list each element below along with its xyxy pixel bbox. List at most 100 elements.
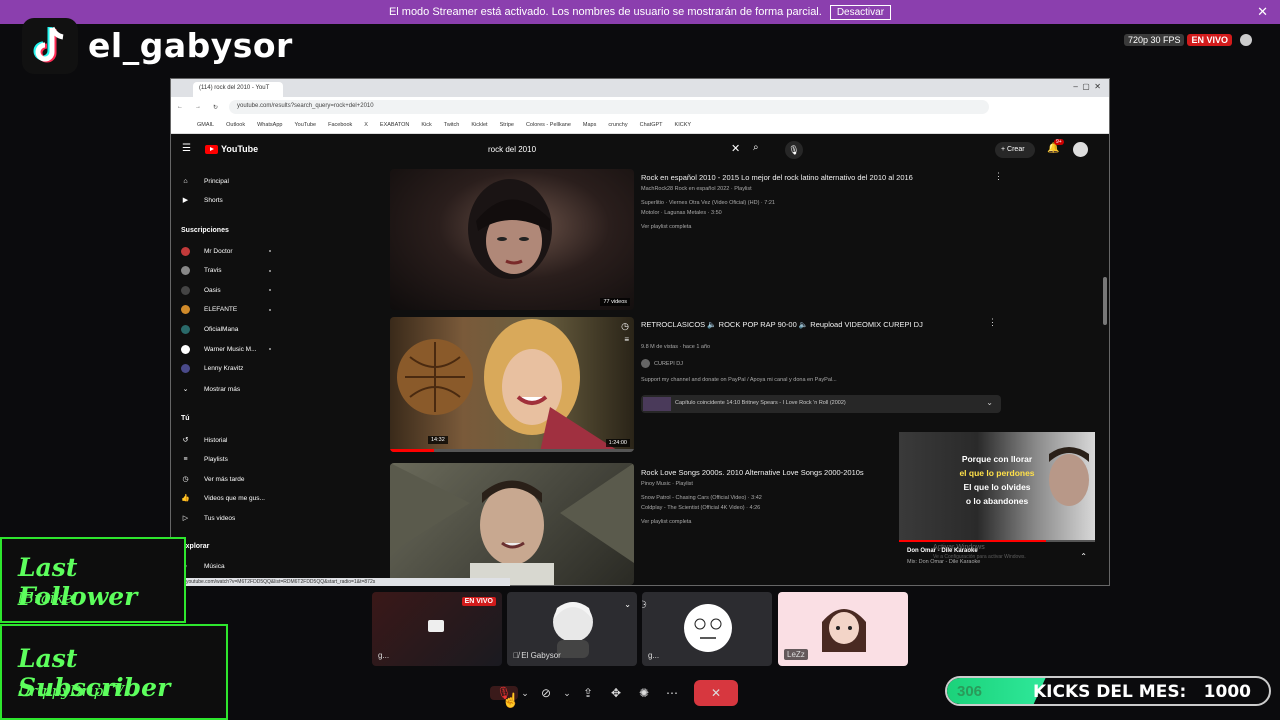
sidebar-item-subscription[interactable]: Oasis [181, 284, 271, 296]
playlist-item[interactable]: Superlitio · Viernes Otra Vez (Video Ofi… [641, 200, 775, 206]
sidebar-item-subscription[interactable]: Warner Music M... [181, 343, 271, 355]
playlist-item[interactable]: Snow Patrol - Chasing Cars (Official Vid… [641, 495, 762, 501]
bookmark-item[interactable]: YouTube [294, 122, 316, 128]
share-screen-button[interactable]: ⇪ [574, 686, 602, 700]
result-channel[interactable]: Pinoy Music · Playlist [641, 481, 693, 487]
search-icon[interactable]: ⌕ [753, 142, 759, 153]
result-channel[interactable]: CUREPI DJ [641, 359, 683, 368]
video-thumbnail[interactable] [390, 463, 634, 585]
activities-button[interactable]: ✥ [602, 686, 630, 700]
new-content-dot [269, 269, 271, 272]
like-icon: 👍 [181, 495, 190, 503]
your-videos-icon: ▷ [182, 514, 189, 522]
camera-off-button[interactable]: ⊘ [532, 686, 560, 700]
youtube-logo[interactable]: YouTube [205, 144, 258, 154]
bookmark-item[interactable]: X [364, 122, 368, 128]
participant-tile[interactable]: EN VIVO g... [372, 592, 502, 666]
sidebar-item-subscription[interactable]: Mr Doctor [181, 245, 271, 257]
sidebar-item-label: Principal [204, 177, 229, 185]
back-icon[interactable]: ← [177, 104, 183, 110]
participant-tile[interactable]: 🎙̸ El Gabysor ⌄ [507, 592, 637, 666]
more-options-icon[interactable]: ⋮ [988, 317, 997, 328]
add-to-queue-icon[interactable]: ≡ [624, 335, 629, 344]
sidebar-item-you[interactable]: 👍 Videos que me gus... [181, 493, 271, 505]
playlist-item[interactable]: Motolor · Lagunas Metales · 3:50 [641, 210, 722, 216]
mini-player-progress[interactable] [899, 540, 1095, 542]
sidebar-item-you[interactable]: ↺ Historial [181, 434, 271, 446]
sidebar-item-subscription[interactable]: Lenny Kravitz [181, 363, 271, 375]
search-input[interactable]: rock del 2010 [478, 140, 748, 160]
close-icon[interactable]: ✕ [1257, 4, 1268, 20]
watch-later-icon[interactable]: ◷ [621, 321, 629, 332]
sidebar-item-music[interactable]: ♪Música [181, 560, 271, 572]
mini-player[interactable]: Porque con llorar el que lo perdones El … [899, 432, 1095, 577]
clear-search-icon[interactable]: ✕ [731, 142, 740, 155]
view-full-playlist-link[interactable]: Ver playlist completa [641, 224, 691, 230]
chevron-up-icon[interactable]: ⌃ [1080, 552, 1087, 561]
matched-chapter[interactable]: Capítulo coincidente 14:10 Britney Spear… [641, 395, 1001, 413]
more-options-icon[interactable]: ⋮ [994, 171, 1003, 182]
result-channel[interactable]: MachRock28 Rock en español 2022 · Playli… [641, 186, 752, 192]
channel-avatar-icon [181, 344, 190, 354]
sidebar-item-subscription[interactable]: ELEFANTE [181, 304, 271, 316]
bookmark-item[interactable]: Kick [421, 122, 431, 128]
chevron-down-icon[interactable]: ⌄ [624, 600, 631, 609]
create-button[interactable]: + Crear [995, 142, 1035, 158]
bookmark-item[interactable]: Maps [583, 122, 596, 128]
video-thumbnail[interactable]: 14:32 1:24:00 ◷ ≡ [390, 317, 634, 452]
sidebar-item-you[interactable]: ▷ Tus videos [181, 512, 271, 524]
soundboard-button[interactable]: ✺ [630, 686, 658, 700]
sidebar-item-home[interactable]: ⌂ Principal [181, 175, 271, 187]
browser-tab[interactable]: (114) rock del 2010 - YouT [193, 82, 283, 97]
participant-tile[interactable]: ⚇ g... [642, 592, 772, 666]
avatar[interactable] [1073, 142, 1088, 157]
mini-player-video[interactable]: Porque con llorar el que lo perdones El … [899, 432, 1095, 542]
disconnect-button[interactable]: ✕ [694, 680, 738, 706]
participant-tile[interactable]: LeZz [778, 592, 908, 666]
bookmark-item[interactable]: EXABATON [380, 122, 409, 128]
menu-icon[interactable]: ☰ [182, 143, 191, 154]
chevron-down-icon[interactable]: ⌄ [560, 688, 574, 699]
reload-icon[interactable]: ↻ [213, 104, 218, 111]
chevron-down-icon[interactable]: ⌄ [518, 688, 532, 699]
bookmark-item[interactable]: KICKY [675, 122, 692, 128]
bookmark-item[interactable]: Outlook [226, 122, 245, 128]
subscriptions-header[interactable]: Suscripciones [181, 227, 229, 234]
bookmark-item[interactable]: crunchy [608, 122, 627, 128]
add-user-icon[interactable]: ⚇ [642, 600, 647, 611]
disable-streamer-mode-button[interactable]: Desactivar [829, 4, 892, 20]
bookmark-item[interactable]: ChatGPT [640, 122, 663, 128]
sidebar-item-subscription[interactable]: OficialMana [181, 323, 271, 335]
bookmark-item[interactable]: Twitch [444, 122, 460, 128]
scrollbar-thumb[interactable] [1103, 277, 1107, 325]
sidebar-item-shorts[interactable]: ▶ Shorts [181, 194, 271, 206]
settings-icon[interactable] [1240, 34, 1252, 46]
new-content-dot [269, 308, 271, 311]
sidebar-item-show-more[interactable]: ⌄ Mostrar más [181, 383, 271, 395]
bookmark-item[interactable]: GMAIL [197, 122, 214, 128]
chevron-down-icon[interactable]: ⌄ [986, 398, 993, 407]
result-title[interactable]: Rock en español 2010 - 2015 Lo mejor del… [641, 173, 913, 182]
view-full-playlist-link[interactable]: Ver playlist completa [641, 519, 691, 525]
result-title[interactable]: Rock Love Songs 2000s. 2010 Alternative … [641, 468, 864, 477]
scrollbar[interactable] [1103, 169, 1107, 579]
bookmark-item[interactable]: WhatsApp [257, 122, 282, 128]
video-thumbnail[interactable]: 77 videos [390, 169, 634, 310]
forward-icon[interactable]: → [195, 104, 201, 110]
bookmark-item[interactable]: Stripe [500, 122, 514, 128]
sidebar-item-subscription[interactable]: Travis [181, 265, 271, 277]
bookmark-item[interactable]: Kicklet [471, 122, 487, 128]
youtube-header: ☰ YouTube rock del 2010 ✕ ⌕ 🎙 + Crear 🔔 … [171, 135, 1109, 165]
more-options-button[interactable]: ⋯ [658, 686, 686, 700]
window-controls[interactable]: – ▢ ✕ [1073, 82, 1101, 91]
sidebar-item-you[interactable]: ◷ Ver más tarde [181, 473, 271, 485]
result-title[interactable]: RETROCLASICOS 🔈 ROCK POP RAP 90-00 🔈 Reu… [641, 319, 973, 331]
bookmark-item[interactable]: Facebook [328, 122, 352, 128]
address-bar[interactable]: youtube.com/results?search_query=rock+de… [229, 100, 989, 114]
last-follower-panel: Last Follower lBraikel [0, 537, 186, 623]
sidebar-item-you[interactable]: ≡ Playlists [181, 454, 271, 466]
bookmark-item[interactable]: Colores - Pellkane [526, 122, 571, 128]
playlist-item[interactable]: Coldplay - The Scientist (Official 4K Vi… [641, 505, 760, 511]
you-header[interactable]: Tú [181, 415, 190, 422]
mic-icon[interactable]: 🎙 [785, 141, 803, 159]
